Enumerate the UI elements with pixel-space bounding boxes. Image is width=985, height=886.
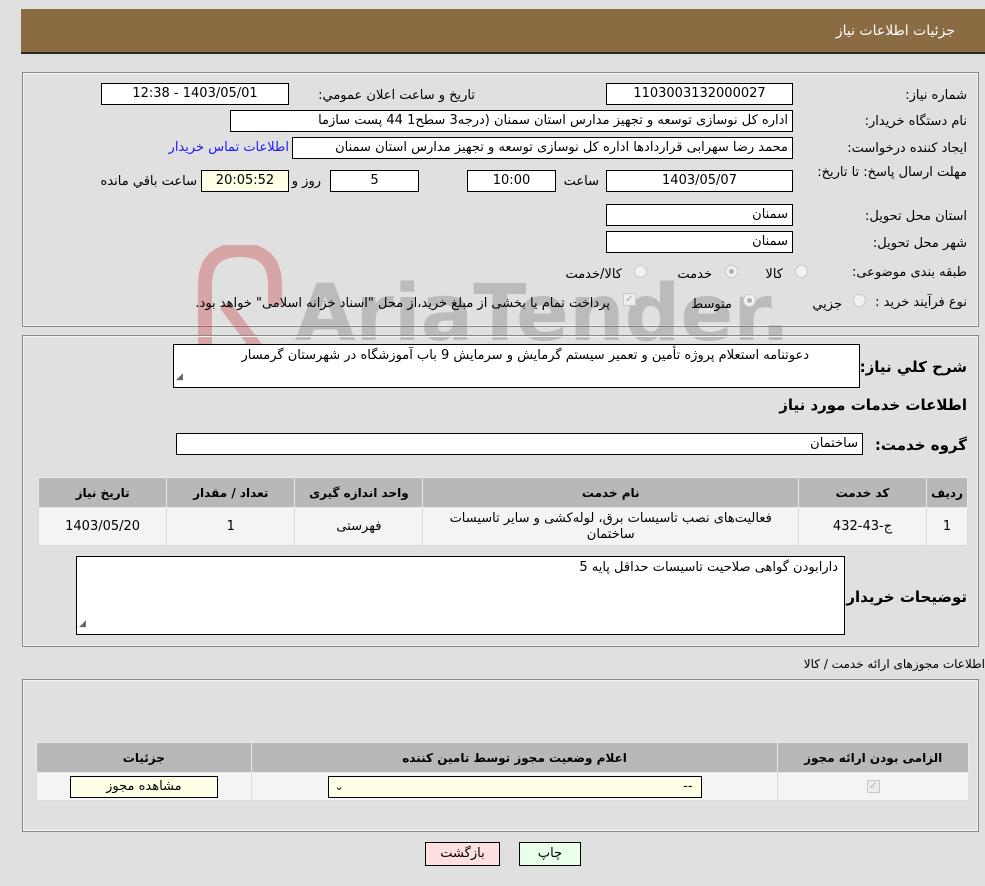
announce-datetime-label: تاریخ و ساعت اعلان عمومي: [318,88,475,103]
treasury-payment-note: پرداخت تمام یا بخشی از مبلغ خرید،از محل … [195,296,610,311]
category-option-goods: کالا [765,267,783,282]
remaining-time-field: 20:05:52 [201,170,289,192]
purchase-radio-medium[interactable] [743,294,756,307]
col-code: کد خدمت [797,477,928,508]
col-row: ردیف [926,477,968,508]
cell-unit: فهرستی [294,507,424,546]
license-required-checkbox: ✓ [866,780,880,793]
delivery-city-field: سمنان [606,231,793,253]
cell-license-details: مشاهده مجوز [36,772,252,801]
deadline-date-field: 1403/05/07 [606,170,793,192]
need-number-field: 1103003132000027 [606,83,793,105]
licenses-section-title: اطلاعات مجوزهای ارائه خدمت / کالا [803,657,985,671]
category-option-service: خدمت [677,267,712,282]
category-option-goods-service: کالا/خدمت [565,267,622,282]
license-status-select[interactable]: -- ⌄ [327,775,702,798]
cell-row: 1 [926,507,968,546]
cell-code: ج-43-432 [797,507,928,546]
buyer-notes-text: دارابودن گواهی صلاحیت تاسیسات حداقل پایه… [579,560,838,575]
need-number-label: شماره نیاز: [905,88,967,103]
remaining-days-field: 5 [330,170,419,192]
announce-datetime-field: 1403/05/01 - 12:38 [101,83,289,105]
treasury-payment-checkbox[interactable]: ✓ [623,293,636,306]
description-textarea[interactable]: دعوتنامه استعلام پروژه تأمین و تعمیر سیس… [173,344,860,388]
resize-handle-icon[interactable]: ◢ [176,368,183,386]
deadline-time-field: 10:00 [467,170,556,192]
requester-label: ایجاد کننده درخواست: [847,141,967,156]
cell-name: فعالیت‌های نصب تاسیسات برق، لوله‌کشی و س… [422,507,799,546]
cell-license-required: ✓ [777,772,969,801]
services-table-header: ردیف کد خدمت نام خدمت واحد اندازه گیری ت… [37,477,968,508]
col-unit: واحد اندازه گیری [294,477,424,508]
col-name: نام خدمت [422,477,799,508]
page-header: جزئیات اطلاعات نیاز [21,9,985,54]
col-license-status: اعلام وضعیت مجوز توسط تامین کننده [250,742,779,773]
buyer-org-field: اداره کل نوسازی توسعه و تجهیز مدارس استا… [230,110,793,132]
col-qty: تعداد / مقدار [166,477,296,508]
services-section-title: اطلاعات خدمات مورد نیاز [779,396,967,414]
delivery-city-label: شهر محل تحویل: [872,236,967,251]
buyer-contact-link[interactable]: اطلاعات تماس خریدار [169,140,289,155]
service-group-field: ساختمان [176,433,863,455]
purchase-radio-minor[interactable] [853,294,866,307]
chevron-down-icon: ⌄ [334,779,344,793]
col-license-required: الزامی بودن ارائه مجوز [777,742,969,773]
table-row: 1 ج-43-432 فعالیت‌های نصب تاسیسات برق، ل… [37,507,968,546]
license-status-value: -- [683,778,693,794]
view-license-button[interactable]: مشاهده مجوز [69,775,218,798]
col-license-details: جزئیات [36,742,252,773]
resize-handle-icon[interactable]: ◢ [79,615,86,633]
licenses-table-header: الزامی بودن ارائه مجوز اعلام وضعیت مجوز … [36,742,969,773]
purchase-type-label: نوع فرآیند خرید : [875,295,967,310]
services-table: ردیف کد خدمت نام خدمت واحد اندازه گیری ت… [37,477,968,546]
deadline-label: مهلت ارسال پاسخ: تا تاریخ: [817,165,967,180]
page-title: جزئیات اطلاعات نیاز [835,23,955,39]
delivery-province-label: استان محل تحویل: [865,209,967,224]
description-label: شرح كلي نياز: [859,358,967,376]
cell-qty: 1 [166,507,296,546]
category-radio-goods[interactable] [795,265,808,278]
days-label: روز و [291,174,321,189]
buyer-notes-label: توضیحات خریدار: [840,588,967,606]
col-date: تاریخ نیاز [37,477,168,508]
back-button[interactable]: بازگشت [425,842,500,866]
category-radio-service[interactable] [725,265,738,278]
table-row: ✓ -- ⌄ مشاهده مجوز [36,772,969,801]
category-label: طبقه بندی موضوعی: [851,265,967,280]
print-button[interactable]: چاپ [519,842,581,866]
cell-date: 1403/05/20 [37,507,168,546]
deadline-time-label: ساعت [563,174,599,189]
buyer-notes-textarea[interactable]: دارابودن گواهی صلاحیت تاسیسات حداقل پایه… [76,556,845,635]
buyer-org-label: نام دستگاه خریدار: [864,114,967,129]
purchase-option-medium: متوسط [691,297,732,312]
remaining-time-label: ساعت باقي مانده [100,174,197,189]
requester-field: محمد رضا سهرابی قراردادها اداره کل نوساز… [292,137,793,159]
delivery-province-field: سمنان [606,204,793,226]
service-group-label: گروه خدمت: [874,436,967,454]
description-text: دعوتنامه استعلام پروژه تأمین و تعمیر سیس… [241,348,809,363]
licenses-table: الزامی بودن ارائه مجوز اعلام وضعیت مجوز … [36,742,969,801]
cell-license-status: -- ⌄ [250,772,779,801]
category-radio-goods-service[interactable] [634,265,647,278]
purchase-option-minor: جزيي [812,297,842,312]
